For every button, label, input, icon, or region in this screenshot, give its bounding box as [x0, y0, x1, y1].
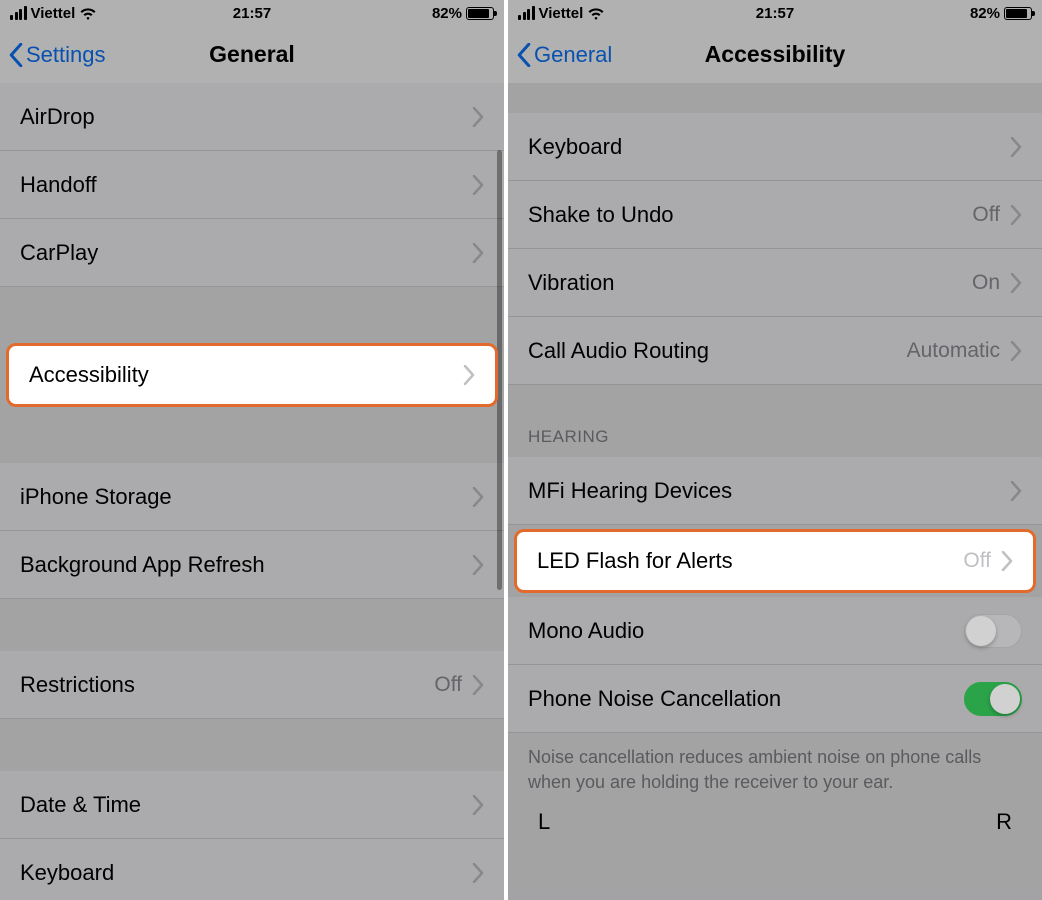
- battery-pct: 82%: [432, 5, 462, 22]
- row-restrictions[interactable]: Restrictions Off: [0, 651, 504, 719]
- row-label: CarPlay: [20, 240, 472, 266]
- row-label: Restrictions: [20, 672, 434, 698]
- chevron-right-icon: [472, 243, 484, 263]
- row-airdrop[interactable]: AirDrop: [0, 83, 504, 151]
- row-mfi-hearing-devices[interactable]: MFi Hearing Devices: [508, 457, 1042, 525]
- balance-labels: L R: [508, 795, 1042, 835]
- section-header-hearing: HEARING: [508, 385, 1042, 457]
- nav-header: General Accessibility: [508, 26, 1042, 83]
- back-label: Settings: [26, 42, 106, 68]
- row-label: Date & Time: [20, 792, 472, 818]
- row-value: Off: [963, 549, 991, 573]
- row-handoff[interactable]: Handoff: [0, 151, 504, 219]
- nav-header: Settings General: [0, 26, 504, 83]
- row-label: Accessibility: [29, 362, 463, 388]
- status-bar: Viettel 21:57 82%: [508, 0, 1042, 26]
- group-separator: [0, 719, 504, 771]
- back-button[interactable]: General: [516, 42, 612, 68]
- group-separator: [0, 599, 504, 651]
- row-vibration[interactable]: Vibration On: [508, 249, 1042, 317]
- row-call-audio-routing[interactable]: Call Audio Routing Automatic: [508, 317, 1042, 385]
- row-label: Background App Refresh: [20, 552, 472, 578]
- group-separator: [0, 411, 504, 463]
- back-button[interactable]: Settings: [8, 42, 106, 68]
- chevron-right-icon: [472, 487, 484, 507]
- row-label: Shake to Undo: [528, 202, 972, 228]
- battery-pct: 82%: [970, 5, 1000, 22]
- signal-icon: [10, 6, 27, 20]
- row-date-time[interactable]: Date & Time: [0, 771, 504, 839]
- toggle-noise-cancellation[interactable]: [964, 682, 1022, 716]
- group-separator: [0, 287, 504, 339]
- battery-icon: [466, 7, 494, 20]
- section-footer-note: Noise cancellation reduces ambient noise…: [508, 733, 1042, 795]
- chevron-right-icon: [1001, 551, 1013, 571]
- row-value: On: [972, 271, 1000, 295]
- row-label: Call Audio Routing: [528, 338, 907, 364]
- row-value: Off: [434, 673, 462, 697]
- row-shake-to-undo[interactable]: Shake to Undo Off: [508, 181, 1042, 249]
- chevron-right-icon: [1010, 205, 1022, 225]
- row-label: LED Flash for Alerts: [537, 548, 963, 574]
- chevron-right-icon: [472, 795, 484, 815]
- chevron-right-icon: [1010, 273, 1022, 293]
- carrier-label: Viettel: [31, 5, 76, 22]
- chevron-right-icon: [472, 675, 484, 695]
- chevron-right-icon: [463, 365, 475, 385]
- row-label: Vibration: [528, 270, 972, 296]
- row-iphone-storage[interactable]: iPhone Storage: [0, 463, 504, 531]
- row-label: Mono Audio: [528, 618, 964, 644]
- chevron-right-icon: [472, 555, 484, 575]
- chevron-right-icon: [472, 175, 484, 195]
- row-phone-noise-cancellation[interactable]: Phone Noise Cancellation: [508, 665, 1042, 733]
- chevron-right-icon: [472, 107, 484, 127]
- chevron-right-icon: [1010, 137, 1022, 157]
- signal-icon: [518, 6, 535, 20]
- chevron-right-icon: [472, 863, 484, 883]
- row-label: MFi Hearing Devices: [528, 478, 1010, 504]
- row-label: Handoff: [20, 172, 472, 198]
- screen-general: Viettel 21:57 82% Settings General AirDr…: [0, 0, 504, 900]
- row-label: Keyboard: [20, 860, 472, 886]
- row-value: Automatic: [907, 339, 1000, 363]
- row-keyboard[interactable]: Keyboard: [0, 839, 504, 900]
- balance-left-label: L: [538, 809, 550, 835]
- row-label: iPhone Storage: [20, 484, 472, 510]
- row-label: Keyboard: [528, 134, 1010, 160]
- row-accessibility[interactable]: Accessibility: [6, 343, 498, 407]
- row-carplay[interactable]: CarPlay: [0, 219, 504, 287]
- chevron-right-icon: [1010, 341, 1022, 361]
- toggle-mono-audio[interactable]: [964, 614, 1022, 648]
- row-mono-audio[interactable]: Mono Audio: [508, 597, 1042, 665]
- carrier-label: Viettel: [539, 5, 584, 22]
- row-label: AirDrop: [20, 104, 472, 130]
- screen-accessibility: Viettel 21:57 82% General Accessibility …: [508, 0, 1042, 900]
- row-led-flash-for-alerts[interactable]: LED Flash for Alerts Off: [514, 529, 1036, 593]
- wifi-icon: [587, 6, 605, 20]
- row-label: Phone Noise Cancellation: [528, 686, 964, 712]
- row-keyboard[interactable]: Keyboard: [508, 113, 1042, 181]
- chevron-right-icon: [1010, 481, 1022, 501]
- balance-right-label: R: [996, 809, 1012, 835]
- group-separator: [508, 83, 1042, 113]
- wifi-icon: [79, 6, 97, 20]
- clock: 21:57: [689, 5, 860, 22]
- status-bar: Viettel 21:57 82%: [0, 0, 504, 26]
- battery-icon: [1004, 7, 1032, 20]
- row-background-refresh[interactable]: Background App Refresh: [0, 531, 504, 599]
- back-label: General: [534, 42, 612, 68]
- row-value: Off: [972, 203, 1000, 227]
- clock: 21:57: [171, 5, 332, 22]
